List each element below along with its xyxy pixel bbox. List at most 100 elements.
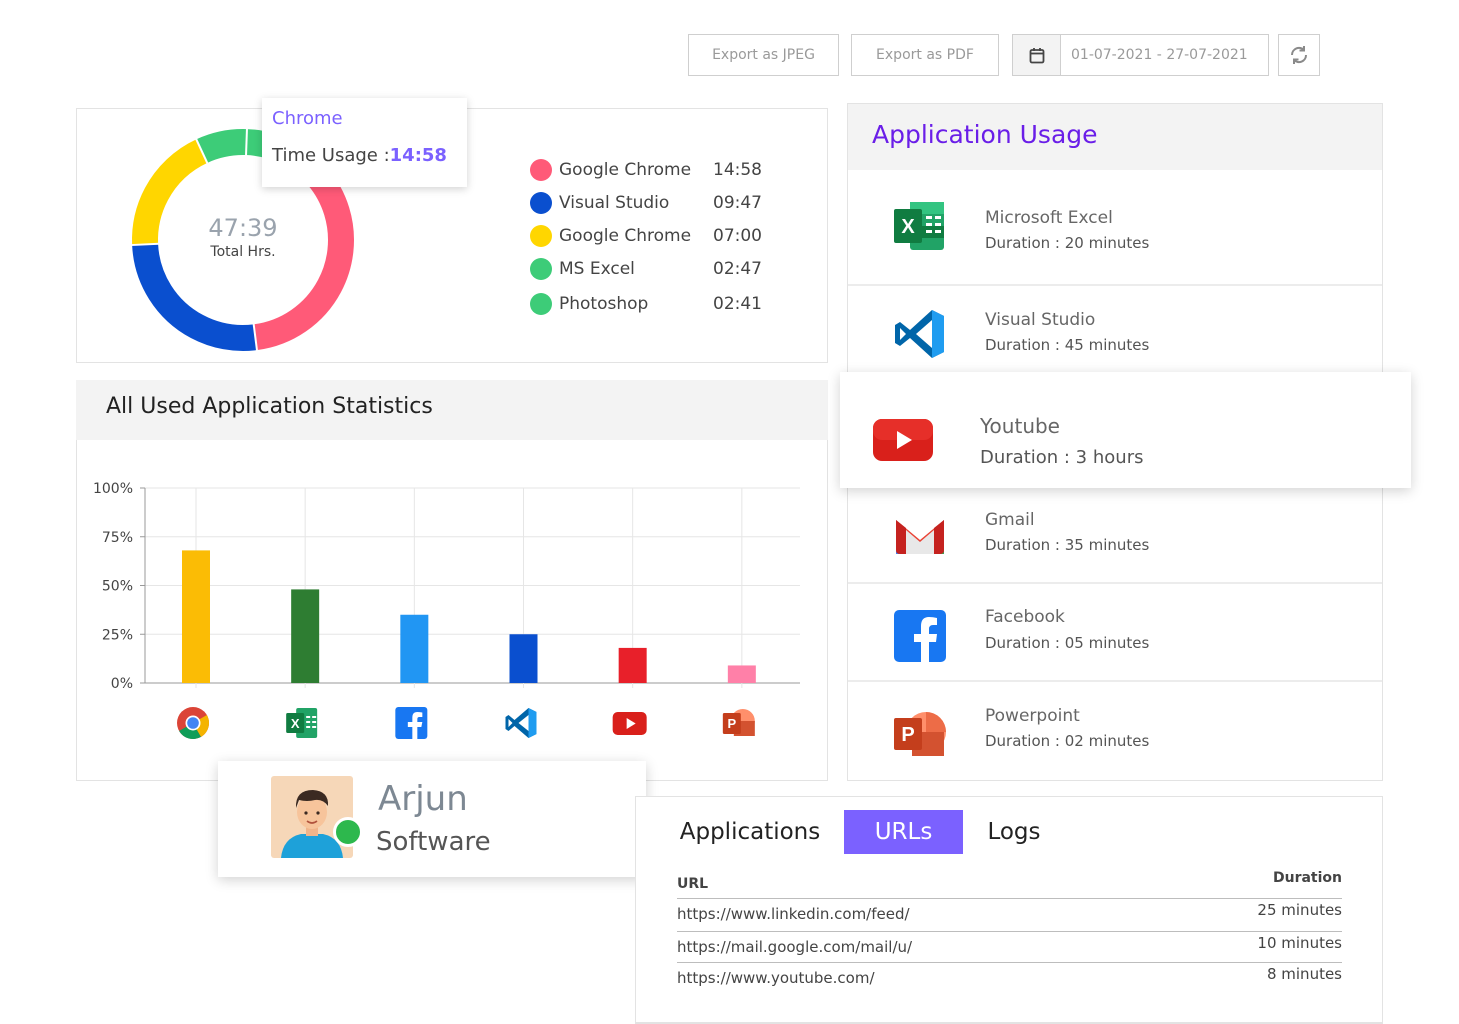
excel-icon: X — [286, 708, 318, 738]
user-profile-card[interactable]: Arjun Software — [218, 761, 646, 877]
duration-cell: 8 minutes — [1266, 965, 1342, 983]
tooltip-value: 14:58 — [389, 145, 447, 166]
legend-time: 02:47 — [713, 259, 762, 279]
date-range-value[interactable]: 01-07-2021 - 27-07-2021 — [1061, 35, 1268, 75]
svg-text:P: P — [901, 724, 914, 746]
refresh-button[interactable] — [1278, 34, 1320, 76]
url-cell[interactable]: https://www.youtube.com/ — [677, 969, 875, 987]
powerpoint-icon: P — [722, 709, 755, 736]
svg-text:P: P — [727, 716, 736, 731]
app-usage-item[interactable]: X Microsoft Excel Duration : 20 minutes — [848, 172, 1382, 286]
calendar-icon[interactable] — [1013, 35, 1061, 75]
y-tick-label: 0% — [111, 676, 133, 692]
app-duration: Duration : 35 minutes — [985, 536, 1150, 554]
chrome-icon — [177, 707, 210, 740]
table-row[interactable]: https://www.linkedin.com/feed/ 25 minute… — [677, 898, 1342, 928]
app-usage-item-highlighted[interactable]: Youtube Duration : 3 hours — [840, 372, 1411, 488]
y-tick-label: 75% — [102, 530, 133, 546]
date-range-picker[interactable]: 01-07-2021 - 27-07-2021 — [1012, 34, 1269, 76]
application-usage-header: Application Usage — [848, 104, 1382, 170]
legend-name: Google Chrome — [559, 160, 692, 180]
statistics-header: All Used Application Statistics — [76, 380, 828, 440]
y-tick-label: 50% — [102, 579, 133, 595]
online-status-indicator — [333, 817, 363, 847]
app-duration: Duration : 02 minutes — [985, 732, 1150, 750]
legend-dot — [530, 293, 552, 315]
tooltip-label: Time Usage : — [272, 145, 390, 166]
profile-name: Arjun — [378, 779, 468, 819]
app-duration: Duration : 20 minutes — [985, 234, 1150, 252]
legend-time: 07:00 — [713, 226, 762, 246]
legend-item: Google Chrome 07:00 — [530, 224, 770, 248]
svg-text:X: X — [291, 716, 300, 731]
youtube-icon — [873, 419, 933, 461]
powerpoint-icon: P — [894, 712, 946, 756]
app-duration: Duration : 45 minutes — [985, 336, 1150, 354]
bar[interactable] — [509, 634, 538, 683]
donut-separator — [244, 128, 248, 157]
export-pdf-button[interactable]: Export as PDF — [851, 34, 999, 76]
y-tick-label: 25% — [102, 627, 133, 643]
bar[interactable] — [400, 614, 429, 683]
statistics-title: All Used Application Statistics — [106, 394, 433, 419]
legend-name: Photoshop — [559, 294, 649, 314]
export-jpeg-button[interactable]: Export as JPEG — [688, 34, 839, 76]
app-name: Visual Studio — [985, 310, 1096, 330]
column-header-duration[interactable]: Duration — [1220, 870, 1342, 886]
table-row[interactable]: https://www.youtube.com/ 8 minutes — [677, 962, 1342, 992]
application-usage-title: Application Usage — [872, 120, 1098, 149]
excel-icon: X — [894, 202, 944, 250]
app-usage-item[interactable]: P Powerpoint Duration : 02 minutes — [848, 682, 1382, 780]
tab-urls[interactable]: URLs — [844, 810, 963, 854]
legend-name: Visual Studio — [559, 193, 670, 213]
profile-department: Software — [376, 827, 491, 857]
legend-dot — [530, 225, 552, 247]
tooltip-app: Chrome — [272, 108, 343, 129]
bar[interactable] — [618, 647, 647, 683]
app-usage-item[interactable]: Gmail Duration : 35 minutes — [848, 488, 1382, 584]
app-usage-item[interactable]: Facebook Duration : 05 minutes — [848, 584, 1382, 682]
legend-item: Visual Studio 09:47 — [530, 191, 770, 215]
legend-name: Google Chrome — [559, 226, 692, 246]
total-hours-label: Total Hrs. — [210, 244, 276, 260]
refresh-icon — [1290, 46, 1308, 64]
app-name: Youtube — [980, 414, 1060, 438]
bar[interactable] — [291, 589, 320, 683]
tooltip-usage: Time Usage :14:58 — [272, 145, 447, 166]
vscode-icon — [895, 310, 944, 358]
legend-name: MS Excel — [559, 259, 635, 279]
y-tick-label: 100% — [93, 481, 133, 497]
vscode-icon — [505, 708, 537, 738]
tab-logs[interactable]: Logs — [978, 810, 1050, 854]
youtube-icon — [612, 712, 647, 735]
url-cell[interactable]: https://mail.google.com/mail/u/ — [677, 938, 912, 956]
legend-dot — [530, 258, 552, 280]
legend-item: MS Excel 02:47 — [530, 257, 770, 281]
svg-text:X: X — [901, 216, 915, 238]
app-name: Gmail — [985, 510, 1035, 530]
facebook-icon — [395, 707, 428, 739]
legend-time: 14:58 — [713, 160, 762, 180]
legend-dot — [530, 192, 552, 214]
legend-item: Google Chrome 14:58 — [530, 158, 770, 182]
url-cell[interactable]: https://www.linkedin.com/feed/ — [677, 905, 910, 923]
tab-applications[interactable]: Applications — [670, 810, 830, 854]
legend-item: Photoshop 02:41 — [530, 292, 770, 316]
column-header-url[interactable]: URL — [677, 876, 708, 892]
app-duration: Duration : 05 minutes — [985, 634, 1150, 652]
table-row[interactable]: https://mail.google.com/mail/u/ 10 minut… — [677, 931, 1342, 961]
duration-cell: 25 minutes — [1257, 901, 1342, 919]
facebook-icon — [894, 610, 946, 662]
app-usage-item[interactable]: Visual Studio Duration : 45 minutes — [848, 286, 1382, 372]
app-duration: Duration : 3 hours — [980, 447, 1144, 468]
bar[interactable] — [182, 550, 210, 683]
total-hours-value: 47:39 — [208, 214, 278, 242]
gmail-icon — [896, 520, 944, 554]
bar[interactable] — [727, 665, 756, 683]
donut-tooltip: Chrome Time Usage :14:58 — [262, 98, 467, 187]
app-name: Facebook — [985, 607, 1065, 627]
legend-time: 09:47 — [713, 193, 762, 213]
avatar — [271, 776, 353, 858]
app-name: Microsoft Excel — [985, 208, 1113, 228]
statistics-bar-chart: 100% 75% 50% 25% 0% X P — [93, 481, 800, 740]
